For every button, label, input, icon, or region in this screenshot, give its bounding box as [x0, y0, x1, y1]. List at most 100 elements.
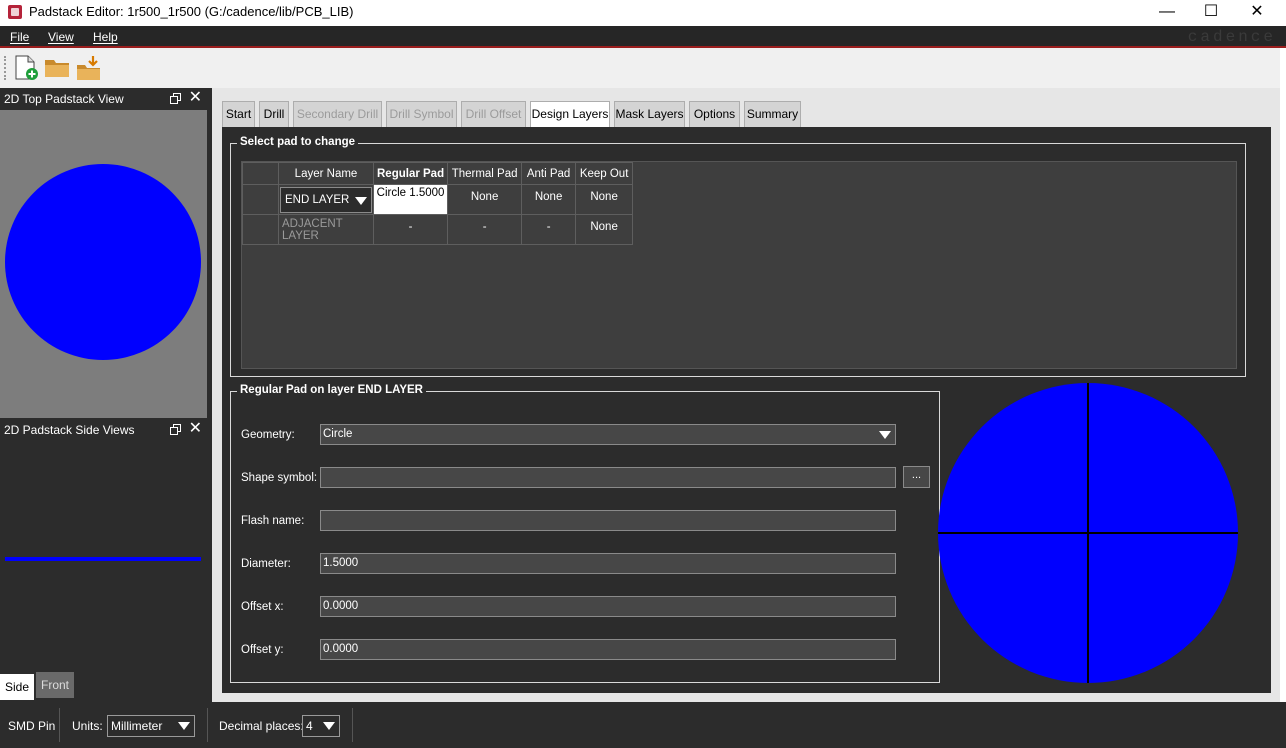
regular-pad-cell[interactable]: Circle 1.5000 [372, 184, 449, 215]
toolbar [0, 48, 1280, 88]
top-view-title-bar: 2D Top Padstack View ✕ [0, 88, 207, 110]
tab-side[interactable]: Side [0, 674, 35, 700]
table-header-row: Layer Name Regular Pad Thermal Pad Anti … [242, 162, 634, 185]
menu-bar: File View Help cadence [0, 26, 1286, 48]
select-pad-group: Select pad to change Layer Name Regular … [230, 136, 1246, 377]
cadence-logo: cadence [1187, 28, 1276, 46]
close-panel-icon[interactable]: ✕ [189, 90, 202, 106]
tab-front[interactable]: Front [36, 672, 75, 698]
new-padstack-icon[interactable] [12, 53, 42, 83]
status-bar: SMD Pin Units: Millimeter Decimal places… [0, 702, 1286, 748]
table-row: ADJACENT LAYER - - - None [242, 214, 634, 245]
toolbar-grip[interactable] [4, 56, 7, 80]
main-area: Start Drill Secondary Drill Drill Symbol… [212, 88, 1280, 702]
close-panel-icon[interactable]: ✕ [189, 421, 202, 437]
flash-name-field[interactable] [320, 510, 896, 531]
tab-design-layers[interactable]: Design Layers [530, 101, 610, 128]
load-folder-icon[interactable] [75, 53, 105, 83]
shape-symbol-field[interactable] [320, 467, 896, 488]
anti-pad-cell[interactable]: - [521, 214, 577, 245]
side-view-pad-bar [5, 557, 201, 561]
open-folder-icon[interactable] [43, 53, 73, 83]
app-icon [8, 5, 22, 19]
table-row: END LAYER Circle 1.5000 None None None [242, 184, 634, 215]
design-layers-panel: Select pad to change Layer Name Regular … [222, 127, 1271, 693]
anti-pad-cell[interactable]: None [521, 184, 577, 215]
tab-drill-offset[interactable]: Drill Offset [461, 101, 526, 127]
flash-name-label: Flash name: [241, 515, 305, 527]
top-view-title: 2D Top Padstack View [4, 92, 124, 106]
preview-crosshair-vertical [1087, 383, 1089, 683]
diameter-label: Diameter: [241, 558, 291, 570]
tab-options[interactable]: Options [689, 101, 740, 127]
maximize-button[interactable]: ☐ [1188, 0, 1234, 26]
pad-table-area: Layer Name Regular Pad Thermal Pad Anti … [241, 161, 1237, 369]
minimize-button[interactable]: — [1144, 0, 1190, 26]
thermal-pad-cell[interactable]: None [447, 184, 523, 215]
tab-mask-layers[interactable]: Mask Layers [614, 101, 685, 127]
pin-type-label: SMD Pin [8, 719, 56, 733]
layer-dropdown[interactable]: END LAYER [280, 187, 372, 213]
header-layer-name: Layer Name [278, 162, 374, 185]
side-view-title-bar: 2D Padstack Side Views ✕ [0, 419, 207, 441]
close-window-button[interactable]: ✕ [1234, 0, 1280, 26]
layer-dropdown-value: END LAYER [285, 194, 350, 206]
pad-table: Layer Name Regular Pad Thermal Pad Anti … [242, 162, 634, 245]
row-header[interactable] [242, 214, 279, 245]
pad-preview-circle [938, 383, 1238, 683]
keep-out-cell[interactable]: None [575, 214, 634, 245]
chevron-down-icon [323, 722, 335, 730]
left-dock: 2D Top Padstack View ✕ 2D Padstack Side … [0, 88, 212, 702]
shape-symbol-label: Shape symbol: [241, 472, 318, 484]
offset-x-field[interactable]: 0.0000 [320, 596, 896, 617]
side-view-tabs: Side Front [0, 672, 207, 702]
units-value: Millimeter [111, 719, 163, 733]
tab-drill-symbol[interactable]: Drill Symbol [386, 101, 457, 127]
status-separator [207, 708, 208, 742]
float-panel-icon[interactable] [170, 424, 181, 435]
side-view-title: 2D Padstack Side Views [4, 423, 135, 437]
header-anti-pad: Anti Pad [521, 162, 577, 185]
decimal-places-label: Decimal places: [219, 719, 304, 733]
decimal-places-dropdown[interactable]: 4 [302, 715, 340, 737]
tab-summary[interactable]: Summary [744, 101, 801, 127]
chevron-down-icon [355, 197, 367, 205]
browse-shape-button[interactable]: ... [903, 466, 930, 488]
window-right-edge [1280, 48, 1286, 702]
menu-file[interactable]: File [10, 30, 29, 44]
diameter-field[interactable]: 1.5000 [320, 553, 896, 574]
tab-drill[interactable]: Drill [259, 101, 289, 127]
regular-pad-group: Regular Pad on layer END LAYER Geometry:… [230, 384, 940, 683]
chevron-down-icon [178, 722, 190, 730]
table-corner-header [242, 162, 279, 185]
geometry-dropdown[interactable]: Circle [320, 424, 896, 445]
window-title: Padstack Editor: 1r500_1r500 (G:/cadence… [29, 4, 354, 19]
float-panel-icon[interactable] [170, 93, 181, 104]
status-separator [352, 708, 353, 742]
menu-help[interactable]: Help [93, 30, 118, 44]
units-label: Units: [72, 719, 103, 733]
status-separator [59, 708, 60, 742]
layer-cell[interactable]: END LAYER [278, 184, 374, 215]
tab-start[interactable]: Start [222, 101, 255, 127]
row-header[interactable] [242, 184, 279, 215]
side-padstack-view [0, 441, 207, 671]
menu-view[interactable]: View [48, 30, 74, 44]
chevron-down-icon [879, 431, 891, 439]
keep-out-cell[interactable]: None [575, 184, 634, 215]
layer-cell[interactable]: ADJACENT LAYER [278, 214, 374, 245]
header-thermal-pad: Thermal Pad [447, 162, 523, 185]
thermal-pad-cell[interactable]: - [447, 214, 523, 245]
header-keep-out: Keep Out [575, 162, 634, 185]
select-pad-group-title: Select pad to change [237, 136, 359, 148]
regular-pad-group-title: Regular Pad on layer END LAYER [237, 384, 426, 396]
units-dropdown[interactable]: Millimeter [107, 715, 195, 737]
header-regular-pad: Regular Pad [372, 162, 449, 185]
geometry-value: Circle [323, 428, 353, 440]
title-bar: Padstack Editor: 1r500_1r500 (G:/cadence… [0, 0, 1286, 26]
geometry-label: Geometry: [241, 429, 295, 441]
offset-y-field[interactable]: 0.0000 [320, 639, 896, 660]
tab-secondary-drill[interactable]: Secondary Drill [293, 101, 382, 127]
offset-y-label: Offset y: [241, 644, 284, 656]
regular-pad-cell[interactable]: - [372, 214, 449, 245]
